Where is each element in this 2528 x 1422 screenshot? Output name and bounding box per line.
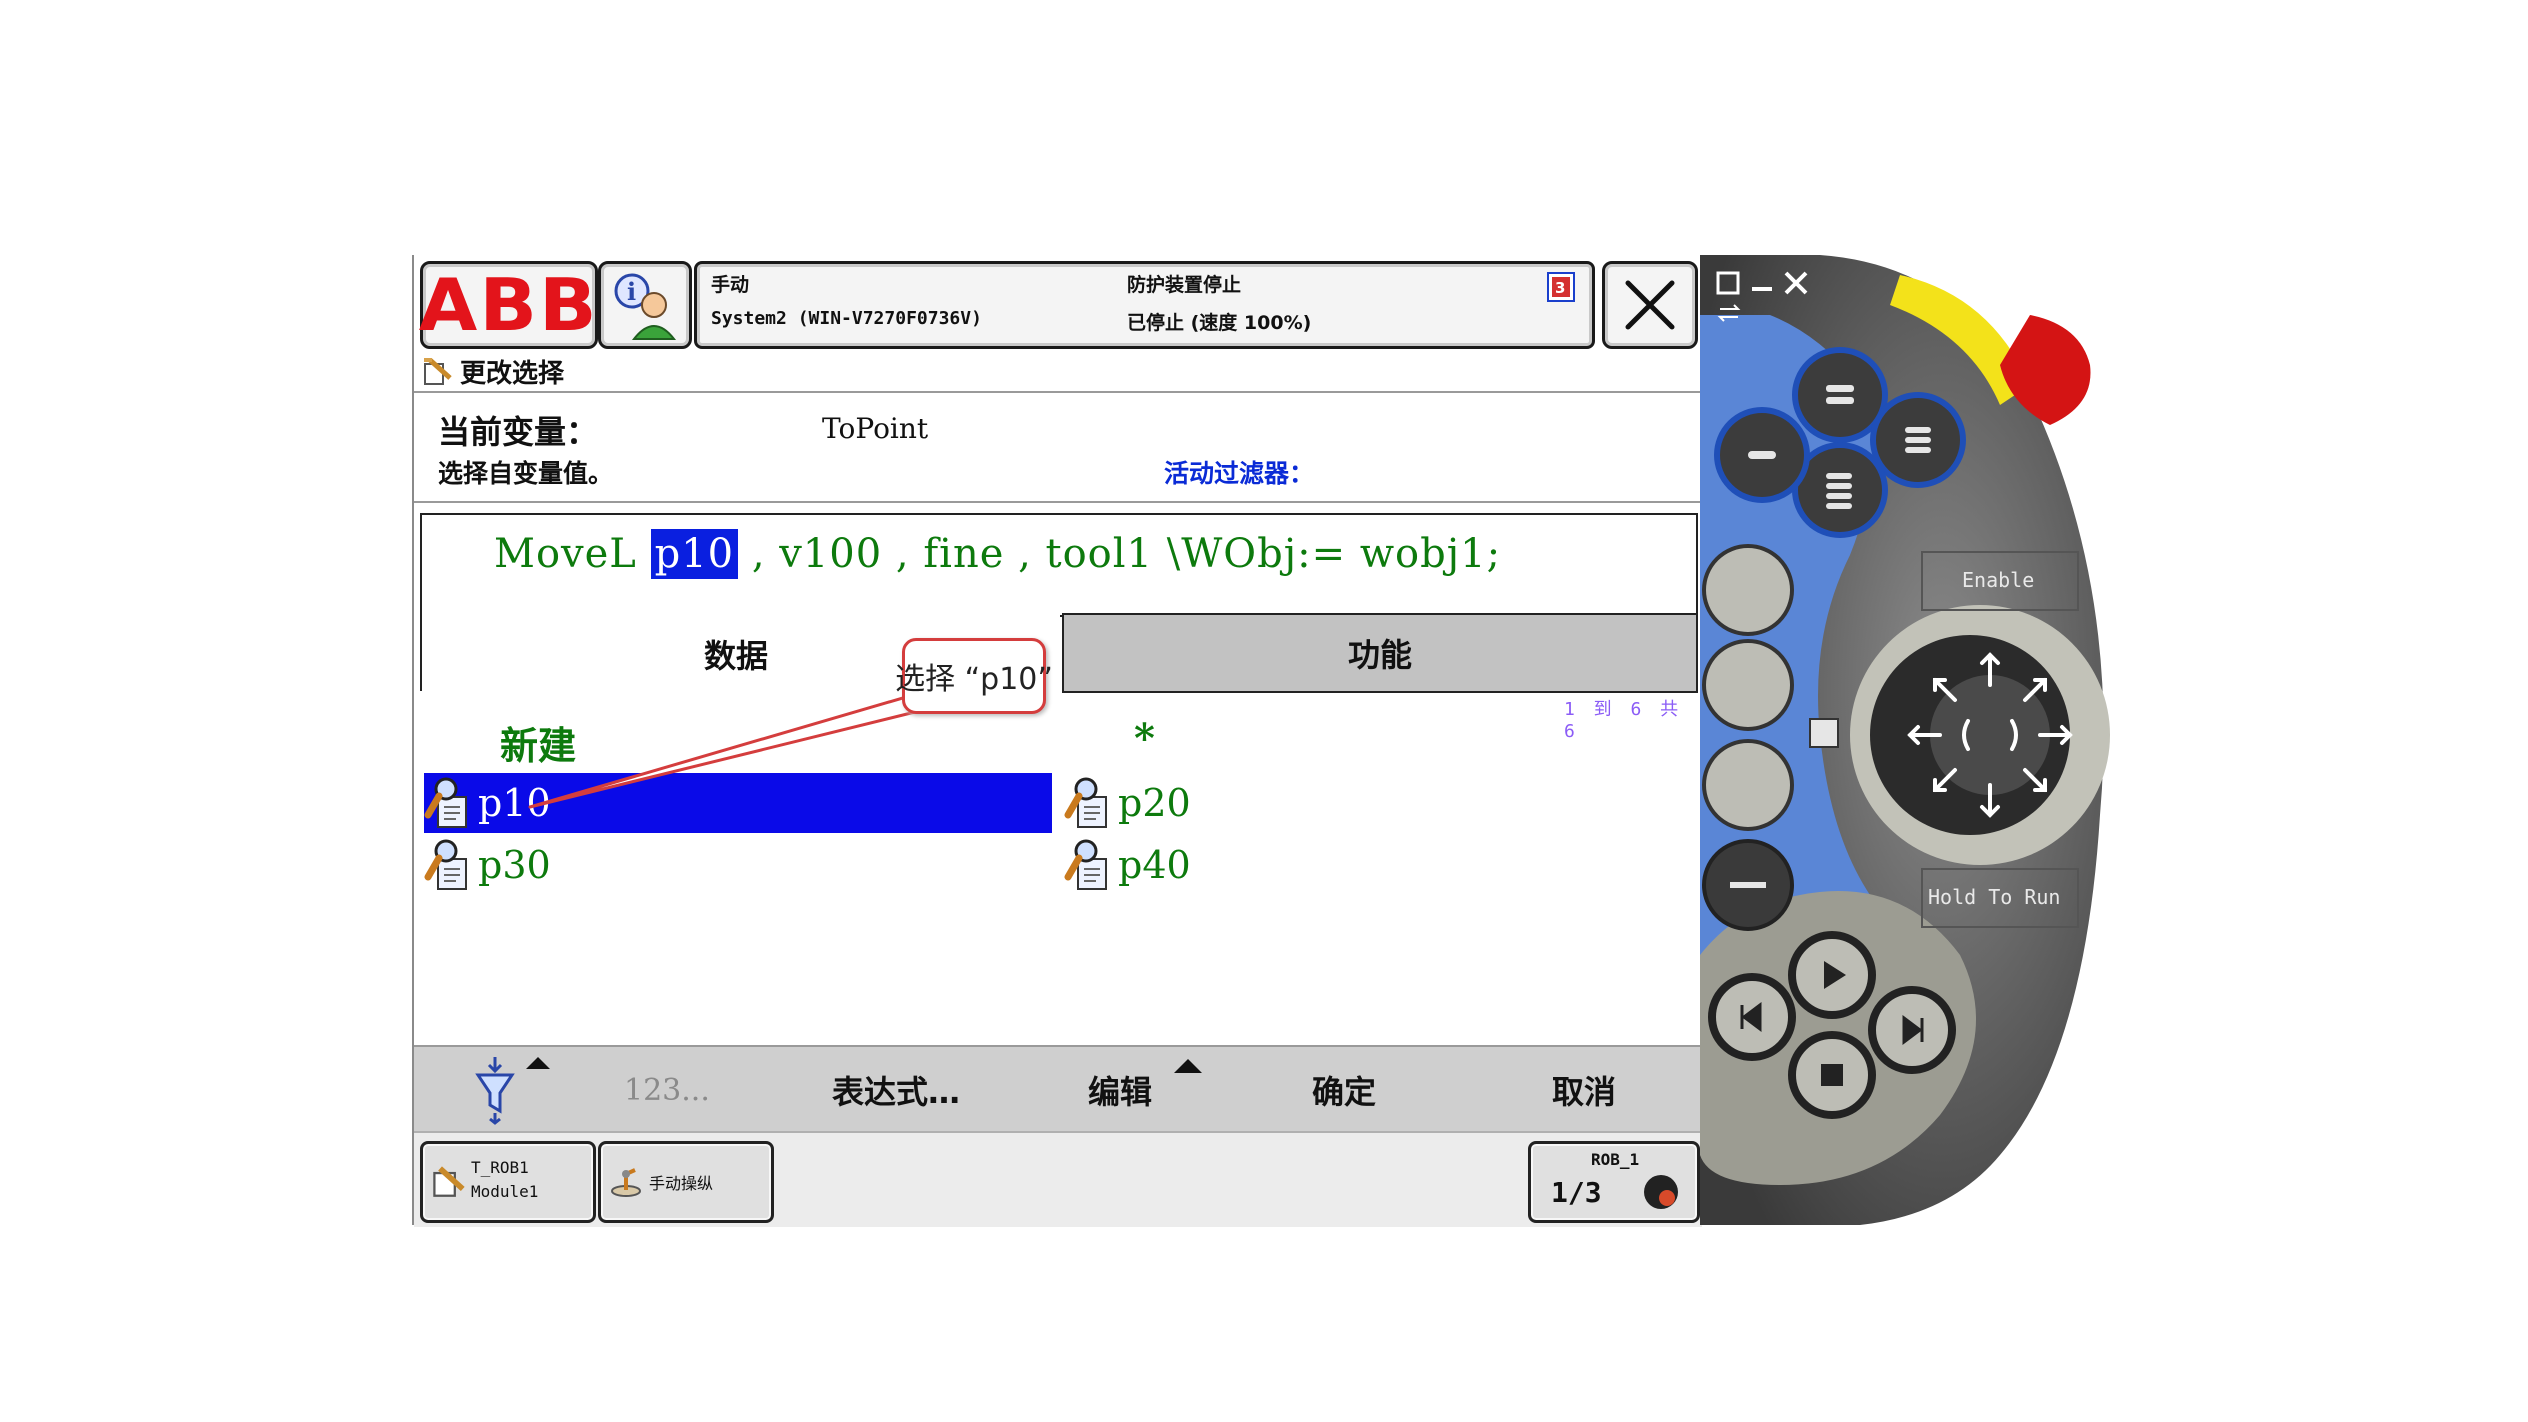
cancel-button[interactable]: 取消 [1552, 1067, 1616, 1113]
ok-button[interactable]: 确定 [1312, 1067, 1376, 1113]
pendant-buttons [1702, 347, 2079, 1119]
enable-label: Enable [1962, 568, 2035, 592]
edit-menu-button[interactable]: 编辑 [1088, 1067, 1152, 1113]
numeric-keypad-button[interactable]: 123... [624, 1073, 710, 1108]
flexpendant-screen: ABB i 手动 System2 (WIN-V7270F0736V) 防护装置停… [412, 255, 1702, 1227]
pendant-hardware: Enable Hold To Run [1700, 255, 2120, 1225]
module-name: Module1 [471, 1182, 539, 1201]
task-bar: T_ROB1 Module1 手动操纵 ROB_1 1/3 [414, 1131, 1702, 1227]
annotation-callout: 选择 “p10” [895, 638, 1053, 714]
menu-up-arrow-icon [1174, 1059, 1202, 1073]
filter-button[interactable] [464, 1053, 554, 1127]
hold-to-run-label: Hold To Run [1928, 885, 2061, 909]
jogging-icon [611, 1168, 641, 1197]
taskbar-jogging[interactable]: 手动操纵 [598, 1141, 774, 1223]
robot-name: ROB_1 [1591, 1150, 1640, 1169]
jogging-label: 手动操纵 [649, 1174, 714, 1193]
callout-text: 选择 “p10” [895, 662, 1053, 697]
expression-button[interactable]: 表达式… [832, 1067, 960, 1113]
taskbar-program-editor[interactable]: T_ROB1 Module1 [420, 1141, 596, 1223]
quickset-button[interactable]: ROB_1 1/3 [1528, 1141, 1700, 1223]
filter-funnel-icon [475, 1057, 550, 1125]
program-editor-icon [433, 1166, 465, 1197]
task-name: T_ROB1 [471, 1158, 529, 1177]
robot-status-icon [1644, 1175, 1678, 1209]
speed-indicator: 1/3 [1551, 1176, 1602, 1209]
command-bar: 123... 表达式… 编辑 确定 取消 [414, 1045, 1702, 1133]
